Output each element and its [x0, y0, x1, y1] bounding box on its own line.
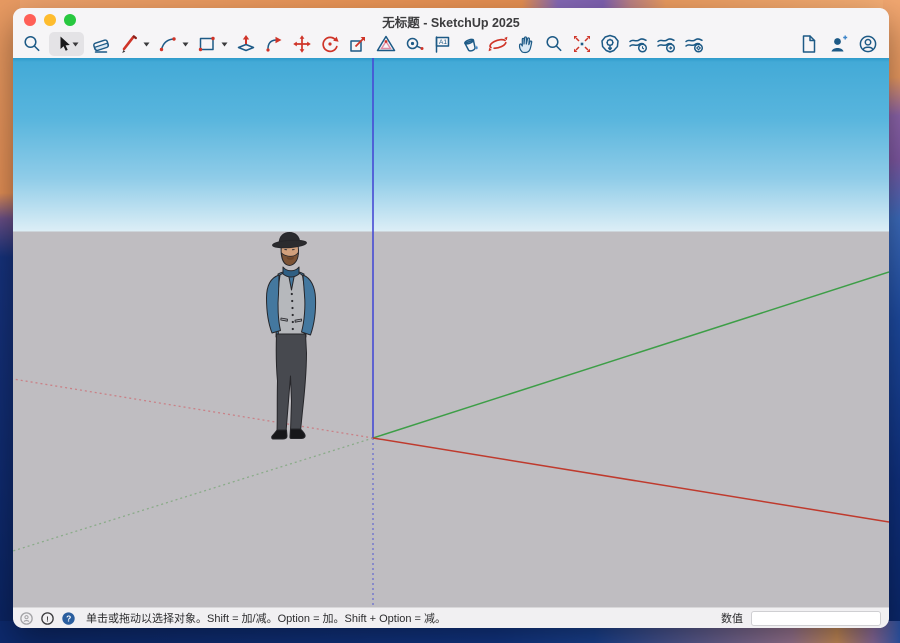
- arc-tool-icon[interactable]: [157, 33, 179, 55]
- followme-tool-icon[interactable]: [263, 33, 285, 55]
- line-tool-icon[interactable]: [118, 33, 140, 55]
- scale-figure[interactable]: [253, 231, 333, 446]
- rectangle-tool-icon[interactable]: [196, 33, 218, 55]
- green-axis: [373, 272, 889, 438]
- svg-text:!: !: [46, 614, 49, 623]
- window-title: 无标题 - SketchUp 2025: [13, 12, 889, 31]
- add-user-icon[interactable]: [827, 33, 849, 55]
- model-viewport[interactable]: [13, 58, 889, 607]
- text-tool-icon[interactable]: A1: [431, 33, 453, 55]
- geolocation-icon[interactable]: [19, 611, 34, 626]
- toolbar-right-group: [797, 33, 881, 55]
- red-axis: [373, 438, 889, 522]
- pushpull-tool-icon[interactable]: [235, 33, 257, 55]
- search-icon[interactable]: [21, 33, 43, 55]
- svg-text:?: ?: [66, 613, 71, 623]
- measurement-input[interactable]: [751, 611, 881, 626]
- zoom-tool-icon[interactable]: [543, 33, 565, 55]
- move-tool-icon[interactable]: [291, 33, 313, 55]
- zoom-extents-tool-icon[interactable]: [571, 33, 593, 55]
- new-document-icon[interactable]: [797, 33, 819, 55]
- eraser-tool-icon[interactable]: [90, 33, 112, 55]
- select-tool-active: [49, 32, 84, 56]
- green-axis-dotted: [13, 438, 373, 551]
- paint-bucket-tool-icon[interactable]: [459, 33, 481, 55]
- scale-tool-icon[interactable]: [347, 33, 369, 55]
- offset-tool-icon[interactable]: [375, 33, 397, 55]
- pan-tool-icon[interactable]: [515, 33, 537, 55]
- account-icon[interactable]: [857, 33, 879, 55]
- layers-clock-icon[interactable]: [627, 33, 649, 55]
- drawing-axes: [13, 58, 889, 607]
- rectangle-dropdown-icon[interactable]: [220, 33, 229, 55]
- credits-icon[interactable]: !: [40, 611, 55, 626]
- tape-measure-tool-icon[interactable]: [403, 33, 425, 55]
- select-dropdown-icon[interactable]: [71, 33, 80, 55]
- status-hint: 单击或拖动以选择对象。Shift = 加/减。Option = 加。Shift …: [86, 610, 446, 626]
- extension-shield-icon[interactable]: [599, 33, 621, 55]
- toolbar: A1: [13, 32, 889, 58]
- titlebar[interactable]: 无标题 - SketchUp 2025: [13, 8, 889, 32]
- layers-share-icon[interactable]: [655, 33, 677, 55]
- orbit-tool-icon[interactable]: [487, 33, 509, 55]
- svg-text:A1: A1: [439, 39, 447, 46]
- sketchup-window: 无标题 - SketchUp 2025: [13, 8, 889, 628]
- layers-gear-icon[interactable]: [683, 33, 705, 55]
- measurement-label: 数值: [721, 610, 743, 626]
- line-dropdown-icon[interactable]: [142, 33, 151, 55]
- help-icon[interactable]: ?: [61, 611, 76, 626]
- statusbar: ! ? 单击或拖动以选择对象。Shift = 加/减。Option = 加。Sh…: [13, 607, 889, 628]
- arc-dropdown-icon[interactable]: [181, 33, 190, 55]
- rotate-tool-icon[interactable]: [319, 33, 341, 55]
- measurement-area: 数值: [721, 610, 881, 626]
